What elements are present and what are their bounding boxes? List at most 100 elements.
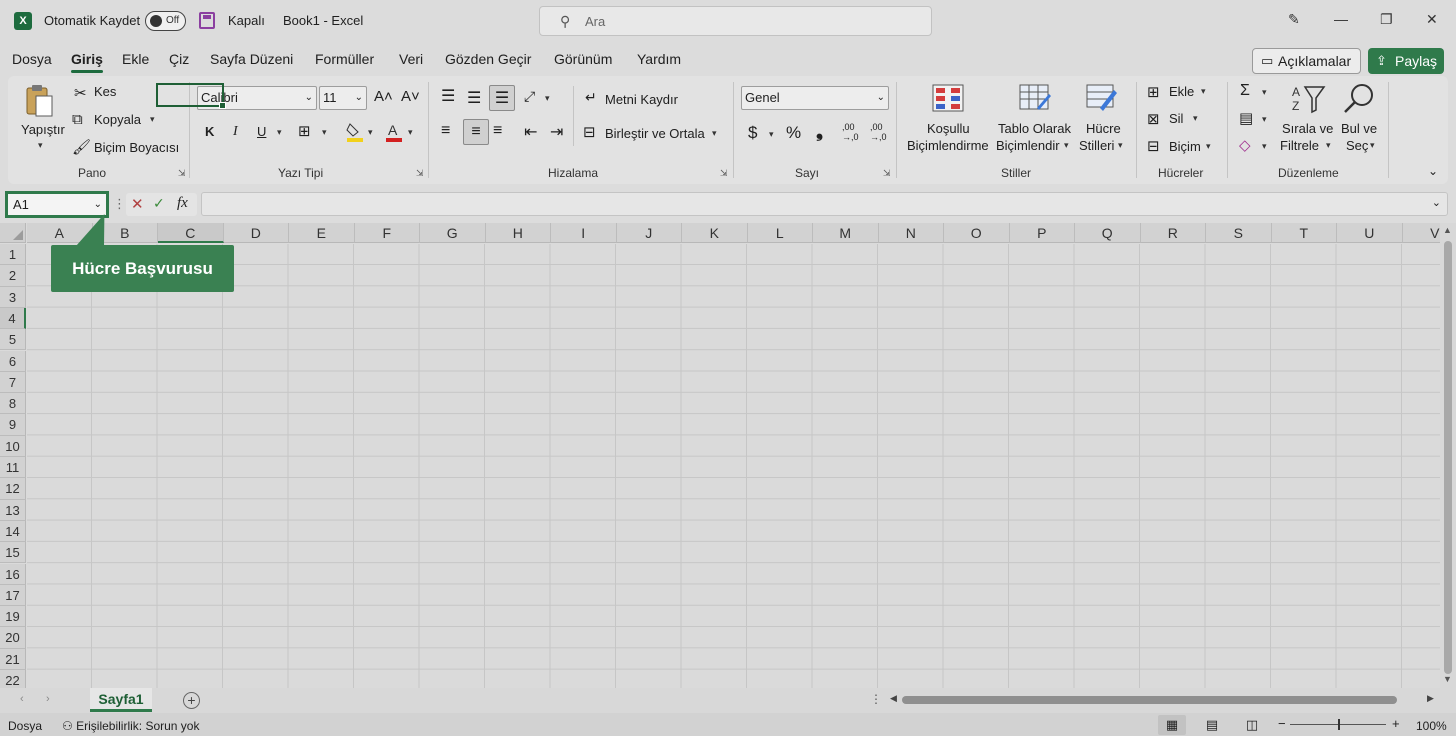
autosum-chevron-down-icon[interactable]: ▾: [1262, 87, 1267, 98]
format-as-table-line1[interactable]: Tablo Olarak: [998, 121, 1071, 136]
align-left-icon[interactable]: ≡: [441, 122, 450, 140]
row-header[interactable]: 15: [0, 542, 26, 564]
copy-chevron-down-icon[interactable]: ▾: [150, 114, 155, 125]
conditional-formatting-icon[interactable]: [932, 84, 964, 112]
row-header[interactable]: 6: [0, 350, 26, 372]
cell-styles-chevron-down-icon[interactable]: ▾: [1118, 140, 1123, 151]
row-header[interactable]: 4: [0, 307, 26, 330]
fill-color-icon[interactable]: [346, 122, 364, 142]
conditional-formatting-line2[interactable]: Biçimlendirme: [907, 138, 989, 153]
sheet-prev-icon[interactable]: ‹: [20, 693, 24, 705]
row-header[interactable]: 10: [0, 435, 26, 457]
align-bottom-icon[interactable]: ☰: [489, 85, 515, 111]
tab-giris[interactable]: Giriş: [71, 51, 103, 73]
format-painter-button[interactable]: Biçim Boyacısı: [94, 140, 179, 155]
column-header[interactable]: Q: [1075, 223, 1141, 243]
vertical-scroll-thumb[interactable]: [1444, 241, 1452, 674]
restore-icon[interactable]: ❐: [1380, 11, 1393, 28]
zoom-out-icon[interactable]: −: [1278, 716, 1286, 731]
row-header[interactable]: 17: [0, 584, 26, 607]
column-header[interactable]: J: [616, 223, 682, 243]
sort-filter-icon[interactable]: A Z: [1290, 84, 1326, 114]
sort-chevron-down-icon[interactable]: ▾: [1326, 140, 1331, 151]
fill-color-chevron-down-icon[interactable]: ▾: [368, 127, 373, 138]
paste-icon[interactable]: [24, 84, 54, 118]
decrease-decimal-button[interactable]: ,00 →,0: [870, 122, 887, 142]
zoom-slider-thumb[interactable]: [1338, 719, 1340, 730]
accessibility-status[interactable]: ⚇ Erişilebilirlik: Sorun yok: [62, 719, 199, 733]
search-box[interactable]: ⚲ Ara: [539, 6, 932, 36]
column-header[interactable]: I: [551, 223, 617, 243]
align-top-icon[interactable]: ☰: [441, 86, 455, 106]
tab-veri[interactable]: Veri: [399, 51, 423, 67]
formula-input[interactable]: ⌄: [201, 192, 1448, 216]
row-header[interactable]: 5: [0, 329, 26, 351]
close-icon[interactable]: ✕: [1426, 11, 1438, 28]
merge-center-button[interactable]: Birleştir ve Ortala: [605, 126, 705, 141]
format-chevron-down-icon[interactable]: ▾: [1206, 141, 1211, 152]
column-header[interactable]: E: [289, 223, 355, 243]
bold-button[interactable]: K: [205, 124, 214, 139]
alignment-dialog-launcher-icon[interactable]: ⇲: [720, 168, 728, 179]
scroll-left-icon[interactable]: ◀: [890, 693, 897, 704]
cell-styles-line2[interactable]: Stilleri: [1079, 138, 1114, 153]
increase-indent-icon[interactable]: ⇥: [550, 122, 563, 142]
orientation-chevron-down-icon[interactable]: ▾: [545, 93, 550, 104]
copy-button[interactable]: Kopyala: [94, 112, 141, 127]
underline-button[interactable]: U: [257, 124, 266, 139]
find-select-line2[interactable]: Seç: [1346, 138, 1368, 153]
decrease-indent-icon[interactable]: ⇤: [524, 122, 537, 142]
scroll-up-icon[interactable]: ▲: [1443, 225, 1452, 235]
decrease-font-icon[interactable]: A˅: [401, 88, 420, 105]
row-header[interactable]: 7: [0, 371, 26, 394]
format-painter-icon[interactable]: 🖌: [72, 138, 91, 156]
insert-chevron-down-icon[interactable]: ▾: [1201, 86, 1206, 97]
zoom-level[interactable]: 100%: [1416, 719, 1447, 733]
row-header[interactable]: 14: [0, 520, 26, 543]
tab-ciz[interactable]: Çiz: [169, 51, 189, 67]
cell-styles-line1[interactable]: Hücre: [1086, 121, 1121, 136]
comma-style-button[interactable]: ❟: [816, 121, 823, 142]
vertical-scrollbar[interactable]: ▲ ▼: [1440, 223, 1456, 688]
tab-split-handle[interactable]: ⋮: [870, 692, 882, 706]
number-dialog-launcher-icon[interactable]: ⇲: [883, 168, 891, 179]
format-cells-button[interactable]: Biçim: [1169, 139, 1201, 154]
align-center-icon[interactable]: ≡: [463, 119, 489, 145]
currency-chevron-down-icon[interactable]: ▾: [769, 129, 774, 140]
cut-button[interactable]: Kes: [94, 84, 116, 99]
format-as-table-icon[interactable]: [1019, 84, 1051, 112]
merge-chevron-down-icon[interactable]: ▾: [712, 128, 717, 139]
row-header[interactable]: 11: [0, 457, 26, 479]
sort-filter-line1[interactable]: Sırala ve: [1282, 121, 1333, 136]
row-header[interactable]: 8: [0, 393, 26, 415]
share-button[interactable]: ⇪ Paylaş: [1368, 48, 1444, 74]
table-chevron-down-icon[interactable]: ▾: [1064, 140, 1069, 151]
currency-button[interactable]: $: [748, 123, 757, 143]
ribbon-collapse-chevron-icon[interactable]: ⌄: [1428, 164, 1438, 178]
find-select-line1[interactable]: Bul ve: [1341, 121, 1377, 136]
row-header[interactable]: 12: [0, 478, 26, 500]
font-size-select[interactable]: 11 ⌄: [319, 86, 367, 110]
merge-center-icon[interactable]: ⊟: [583, 123, 596, 141]
column-header[interactable]: K: [682, 223, 748, 243]
horizontal-scroll-thumb[interactable]: [902, 696, 1397, 704]
delete-cells-button[interactable]: Sil: [1169, 111, 1183, 126]
copy-icon[interactable]: ⧉: [72, 111, 83, 128]
comments-button[interactable]: ▭ Açıklamalar: [1252, 48, 1361, 74]
column-header[interactable]: F: [354, 223, 420, 243]
font-color-icon[interactable]: A: [385, 122, 403, 142]
row-header[interactable]: 20: [0, 627, 26, 649]
borders-chevron-down-icon[interactable]: ▾: [322, 127, 327, 138]
horizontal-scrollbar[interactable]: ◀ ▶: [890, 693, 1440, 707]
clear-icon[interactable]: ◇: [1239, 136, 1251, 154]
format-as-table-line2[interactable]: Biçimlendir: [996, 138, 1060, 153]
scroll-down-icon[interactable]: ▼: [1443, 674, 1452, 684]
delete-cells-icon[interactable]: ⊠: [1147, 110, 1160, 128]
paste-button[interactable]: Yapıştır: [21, 122, 65, 137]
cell-area[interactable]: [27, 244, 1440, 688]
row-header[interactable]: 9: [0, 414, 26, 436]
insert-cells-icon[interactable]: ⊞: [1147, 83, 1160, 101]
column-header[interactable]: S: [1206, 223, 1272, 243]
orientation-icon[interactable]: ⤢: [524, 88, 535, 105]
row-header[interactable]: 13: [0, 499, 26, 521]
